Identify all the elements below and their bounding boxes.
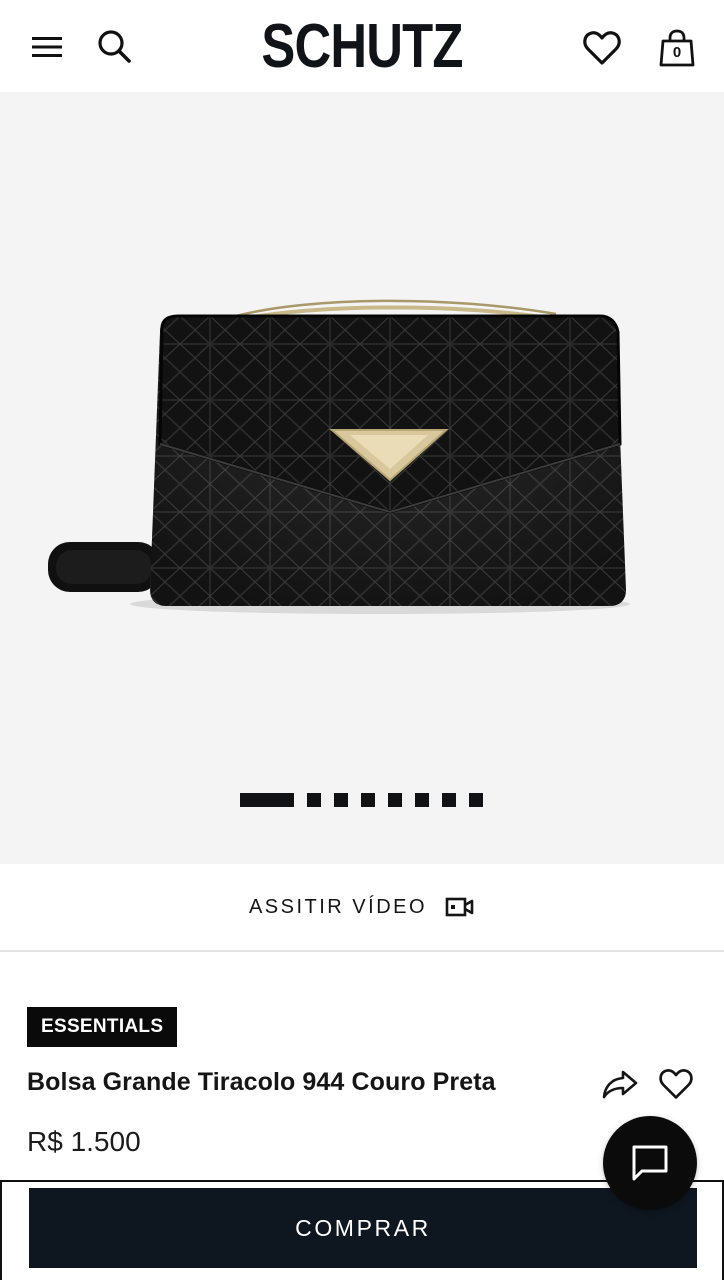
video-camera-icon xyxy=(445,897,474,917)
gallery-dot[interactable] xyxy=(334,793,348,807)
heart-icon xyxy=(659,1069,693,1099)
gallery-dot[interactable] xyxy=(361,793,375,807)
gallery-dot[interactable] xyxy=(469,793,483,807)
product-gallery[interactable] xyxy=(0,92,724,864)
buy-button[interactable]: COMPRAR xyxy=(29,1188,697,1268)
gallery-dot[interactable] xyxy=(415,793,429,807)
collection-badge: ESSENTIALS xyxy=(27,1007,178,1047)
search-button[interactable] xyxy=(92,24,138,70)
search-icon xyxy=(98,30,131,63)
brand-logo[interactable]: SCHUTZ xyxy=(261,12,463,81)
product-title: Bolsa Grande Tiracolo 944 Couro Preta xyxy=(27,1068,496,1096)
gallery-dot[interactable] xyxy=(388,793,402,807)
chat-bubble-icon xyxy=(632,1145,668,1181)
product-info: ESSENTIALS Bolsa Grande Tiracolo 944 Cou… xyxy=(0,954,724,1280)
product-image xyxy=(48,299,630,614)
product-page: SCHUTZ 0 ASSITIR VÍDEO ESSENTIALS Bolsa … xyxy=(0,0,724,1280)
favorites-button[interactable] xyxy=(578,24,626,72)
share-arrow-icon xyxy=(602,1070,638,1099)
share-button[interactable] xyxy=(600,1064,640,1104)
wishlist-button[interactable] xyxy=(656,1064,696,1104)
watch-video-label: ASSITIR VÍDEO xyxy=(248,895,428,918)
heart-icon xyxy=(583,31,621,65)
bag-count-badge: 0 xyxy=(672,44,682,61)
gallery-pagination xyxy=(240,793,483,807)
gallery-dot[interactable] xyxy=(307,793,321,807)
top-header: SCHUTZ 0 xyxy=(0,0,724,92)
menu-button[interactable] xyxy=(24,24,70,70)
gallery-dot[interactable] xyxy=(240,793,294,807)
shopping-bag-button[interactable]: 0 xyxy=(654,24,700,72)
product-price: R$ 1.500 xyxy=(27,1126,141,1157)
hamburger-menu-icon xyxy=(32,37,62,57)
watch-video-button[interactable]: ASSITIR VÍDEO xyxy=(0,864,724,952)
gallery-dot[interactable] xyxy=(442,793,456,807)
chat-button[interactable] xyxy=(603,1116,697,1210)
